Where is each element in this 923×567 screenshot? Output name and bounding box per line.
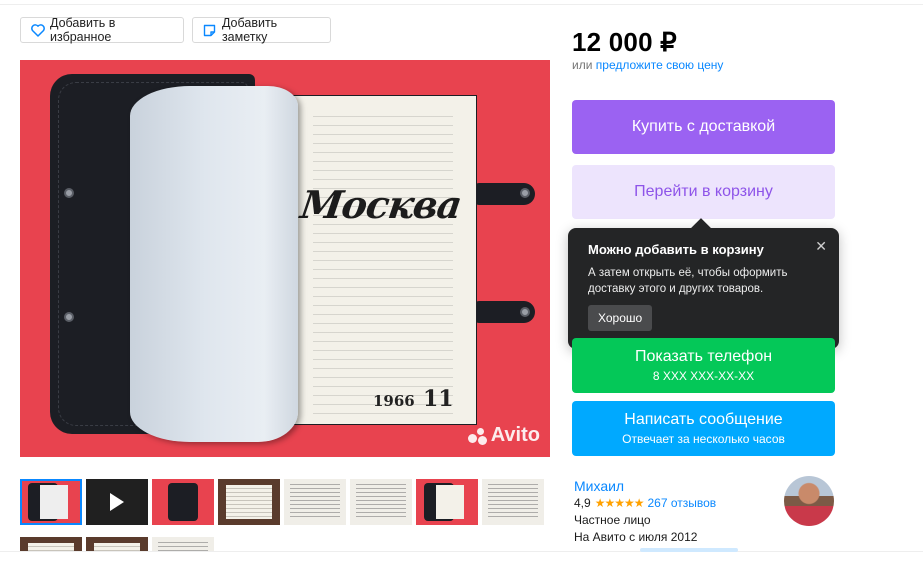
magazine-faint-text — [313, 116, 453, 416]
write-message-label: Написать сообщение — [624, 411, 783, 428]
buy-with-delivery-label: Купить с доставкой — [631, 118, 776, 135]
price-or-text: или — [572, 58, 593, 72]
thumbnail-11[interactable] — [152, 537, 214, 551]
tooltip-ok-button[interactable]: Хорошо — [588, 305, 653, 331]
heart-icon — [29, 21, 46, 39]
write-message-button[interactable]: Написать сообщение Отвечает за несколько… — [572, 401, 835, 456]
plastic-sheet — [130, 86, 298, 442]
seller-type: Частное лицо — [574, 513, 651, 527]
thumbnail-1[interactable] — [20, 479, 82, 525]
reviews-link[interactable]: 267 отзывов — [647, 496, 716, 510]
play-icon — [110, 493, 124, 511]
show-phone-label: Показать телефон — [634, 348, 773, 365]
thumbnail-7[interactable] — [416, 479, 478, 525]
show-phone-button[interactable]: Показать телефон 8 XXX XXX-XX-XX — [572, 338, 835, 393]
thumbnail-10[interactable] — [86, 537, 148, 551]
magazine-year: 1966 — [373, 392, 415, 410]
rivet — [520, 307, 530, 317]
thumbnail-9[interactable] — [20, 537, 82, 551]
thumbnail-video[interactable] — [86, 479, 148, 525]
response-time: Отвечает за несколько часов — [622, 432, 785, 446]
rivet — [520, 188, 530, 198]
main-photo[interactable]: Москва 1966 11 Avito — [20, 60, 550, 457]
magazine-title: Москва — [297, 182, 465, 227]
note-icon — [201, 21, 218, 39]
go-to-cart-label: Перейти в корзину — [634, 183, 773, 200]
add-to-favorites-label: Добавить в избранное — [50, 16, 116, 44]
rating-stars-icon: ★★★★★ — [594, 496, 645, 510]
rating-value: 4,9 — [574, 496, 591, 510]
offer-price-link[interactable]: предложите свою цену — [596, 58, 724, 72]
thumbnail-5[interactable] — [284, 479, 346, 525]
seller-since: На Авито с июля 2012 — [574, 530, 698, 544]
magazine-cover: Москва 1966 11 — [282, 95, 477, 425]
add-note-label: Добавить заметку — [221, 16, 278, 44]
seller-avatar[interactable] — [784, 476, 834, 526]
price-offer-line: или предложите свою цену — [572, 58, 723, 72]
top-divider — [0, 0, 923, 5]
seller-rating: 4,9 ★★★★★ 267 отзывов — [574, 496, 716, 510]
bottom-partial-element — [640, 548, 738, 552]
rivet — [64, 312, 74, 322]
close-icon[interactable]: ✕ — [815, 238, 827, 255]
avito-watermark-text: Avito — [490, 424, 540, 446]
cart-hint-tooltip: Можно добавить в корзину А затем открыть… — [568, 228, 839, 349]
rivet — [64, 188, 74, 198]
thumbnail-3[interactable] — [152, 479, 214, 525]
seller-name-link[interactable]: Михаил — [574, 478, 624, 494]
price: 12 000 ₽ — [572, 27, 677, 57]
go-to-cart-button[interactable]: Перейти в корзину — [572, 165, 835, 219]
phone-masked: 8 XXX XXX-XX-XX — [652, 369, 755, 383]
add-to-favorites-button[interactable]: Добавить в избранное — [20, 16, 184, 44]
buy-with-delivery-button[interactable]: Купить с доставкой — [572, 100, 835, 154]
thumbnail-4[interactable] — [218, 479, 280, 525]
bottom-divider — [0, 551, 923, 567]
tooltip-body: А затем открыть её, чтобы оформить доста… — [588, 267, 788, 295]
add-note-button[interactable]: Добавить заметку — [192, 16, 331, 44]
avito-logo-icon — [467, 427, 488, 445]
magazine-issue: 11 — [423, 386, 454, 412]
avito-watermark: Avito — [467, 424, 540, 447]
thumbnail-6[interactable] — [350, 479, 412, 525]
tooltip-title: Можно добавить в корзину — [588, 242, 764, 257]
thumbnail-8[interactable] — [482, 479, 544, 525]
